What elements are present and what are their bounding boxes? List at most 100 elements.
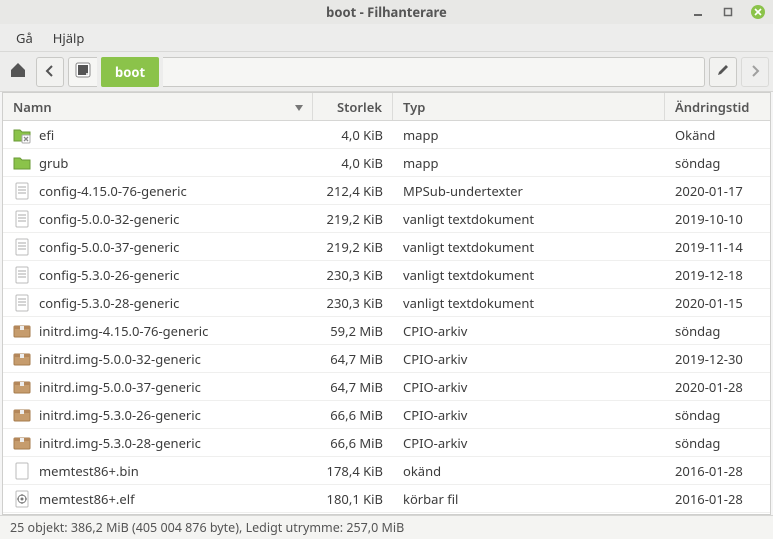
file-mtime: 2019-10-10 bbox=[665, 210, 770, 228]
file-type: vanligt textdokument bbox=[393, 238, 665, 256]
menu-go[interactable]: Gå bbox=[6, 25, 43, 51]
chevron-left-icon bbox=[45, 63, 55, 81]
file-size: 66,6 MiB bbox=[313, 406, 393, 424]
table-row[interactable]: config-4.15.0-76-generic212,4 KiBMPSub-u… bbox=[3, 177, 770, 205]
archive-icon bbox=[13, 322, 31, 340]
file-mtime: Okänd bbox=[665, 126, 770, 144]
path-bar[interactable] bbox=[163, 57, 705, 87]
file-type: vanligt textdokument bbox=[393, 294, 665, 312]
file-name: initrd.img-5.0.0-32-generic bbox=[39, 350, 201, 368]
table-row[interactable]: initrd.img-5.3.0-28-generic66,6 MiBCPIO-… bbox=[3, 429, 770, 457]
file-mtime: 2016-01-28 bbox=[665, 490, 770, 508]
archive-icon bbox=[13, 406, 31, 424]
file-name: memtest86+.bin bbox=[39, 462, 139, 480]
file-size: 59,2 MiB bbox=[313, 322, 393, 340]
column-header-name[interactable]: Namn bbox=[3, 93, 313, 120]
file-type: CPIO-arkiv bbox=[393, 406, 665, 424]
file-mtime: 2020-01-15 bbox=[665, 294, 770, 312]
table-row[interactable]: config-5.0.0-32-generic 219,2 KiBvanligt … bbox=[3, 205, 770, 233]
archive-icon bbox=[13, 378, 31, 396]
table-row[interactable]: initrd.img-4.15.0-76-generic59,2 MiBCPIO… bbox=[3, 317, 770, 345]
file-type: mapp bbox=[393, 126, 665, 144]
column-header-size-label: Storlek bbox=[337, 98, 382, 116]
column-header-mtime-label: Ändringstid bbox=[675, 98, 749, 116]
pencil-icon bbox=[716, 63, 730, 81]
edit-path-button[interactable] bbox=[709, 57, 737, 87]
close-button[interactable] bbox=[751, 5, 765, 19]
back-button[interactable] bbox=[36, 57, 64, 87]
file-type: CPIO-arkiv bbox=[393, 350, 665, 368]
archive-icon bbox=[13, 350, 31, 368]
path-crumb-boot[interactable]: boot bbox=[101, 57, 159, 87]
table-row[interactable]: memtest86+.bin 178,4 KiBokänd2016-01-28 bbox=[3, 457, 770, 485]
folder-x-icon bbox=[13, 126, 31, 144]
menubar: Gå Hjälp bbox=[0, 24, 773, 52]
file-name: initrd.img-5.0.0-37-generic bbox=[39, 378, 201, 396]
file-size: 64,7 MiB bbox=[313, 350, 393, 368]
column-header-type[interactable]: Typ bbox=[393, 93, 665, 120]
file-name: initrd.img-5.3.0-28-generic bbox=[39, 434, 201, 452]
text-icon bbox=[13, 294, 31, 312]
exec-icon bbox=[13, 490, 31, 508]
window-title: boot - Filhanterare bbox=[0, 3, 773, 21]
file-name: config-5.0.0-32-generic bbox=[39, 210, 179, 228]
column-header-name-label: Namn bbox=[13, 98, 52, 116]
text-icon bbox=[13, 266, 31, 284]
folder-icon bbox=[13, 154, 31, 172]
forward-button[interactable] bbox=[741, 57, 769, 87]
table-row[interactable]: config-5.3.0-28-generic230,3 KiBvanligt … bbox=[3, 289, 770, 317]
column-header-type-label: Typ bbox=[403, 98, 425, 116]
file-mtime: 2019-11-14 bbox=[665, 238, 770, 256]
file-mtime: 2020-01-28 bbox=[665, 378, 770, 396]
file-type: vanligt textdokument bbox=[393, 210, 665, 228]
path-root-button[interactable] bbox=[68, 57, 97, 87]
titlebar: boot - Filhanterare bbox=[0, 0, 773, 24]
text-icon bbox=[13, 182, 31, 200]
file-type: vanligt textdokument bbox=[393, 266, 665, 284]
file-size: 219,2 KiB bbox=[313, 210, 393, 228]
home-icon bbox=[9, 61, 27, 83]
file-type: CPIO-arkiv bbox=[393, 378, 665, 396]
statusbar: 25 objekt: 386,2 MiB (405 004 876 byte),… bbox=[0, 515, 773, 539]
file-size: 180,1 KiB bbox=[313, 490, 393, 508]
chevron-right-icon bbox=[750, 63, 760, 81]
file-mtime: 2020-01-17 bbox=[665, 182, 770, 200]
file-name: initrd.img-4.15.0-76-generic bbox=[39, 322, 208, 340]
table-row[interactable]: memtest86+.elf180,1 KiBkörbar fil2016-01… bbox=[3, 485, 770, 513]
file-type: körbar fil bbox=[393, 490, 665, 508]
file-size: 64,7 MiB bbox=[313, 378, 393, 396]
file-size: 178,4 KiB bbox=[313, 462, 393, 480]
text-icon bbox=[13, 210, 31, 228]
path-crumb-label: boot bbox=[115, 63, 145, 81]
file-size: 4,0 KiB bbox=[313, 126, 393, 144]
drive-icon bbox=[75, 62, 91, 82]
table-row[interactable]: initrd.img-5.0.0-37-generic 64,7 MiBCPIO-… bbox=[3, 373, 770, 401]
file-type: mapp bbox=[393, 154, 665, 172]
sort-indicator-icon bbox=[294, 98, 304, 116]
table-row[interactable]: initrd.img-5.3.0-26-generic 66,6 MiBCPIO-… bbox=[3, 401, 770, 429]
maximize-button[interactable] bbox=[721, 5, 735, 19]
menu-help[interactable]: Hjälp bbox=[43, 25, 95, 51]
file-mtime: 2016-01-28 bbox=[665, 462, 770, 480]
file-manager-window: boot - Filhanterare Gå Hjälp bbox=[0, 0, 773, 539]
column-header-size[interactable]: Storlek bbox=[313, 93, 393, 120]
file-name: config-5.0.0-37-generic bbox=[39, 238, 179, 256]
file-name: initrd.img-5.3.0-26-generic bbox=[39, 406, 201, 424]
toolbar: boot bbox=[0, 52, 773, 92]
home-button[interactable] bbox=[4, 57, 32, 87]
table-row[interactable]: initrd.img-5.0.0-32-generic 64,7 MiBCPIO-… bbox=[3, 345, 770, 373]
file-size: 230,3 KiB bbox=[313, 266, 393, 284]
table-row[interactable]: config-5.0.0-37-generic 219,2 KiBvanligt … bbox=[3, 233, 770, 261]
file-type: okänd bbox=[393, 462, 665, 480]
window-controls bbox=[691, 5, 765, 19]
file-type: MPSub-undertexter bbox=[393, 182, 665, 200]
minimize-button[interactable] bbox=[691, 5, 705, 19]
column-header-mtime[interactable]: Ändringstid bbox=[665, 93, 770, 120]
table-row[interactable]: config-5.3.0-26-generic230,3 KiBvanligt … bbox=[3, 261, 770, 289]
file-size: 219,2 KiB bbox=[313, 238, 393, 256]
unknown-icon bbox=[13, 462, 31, 480]
file-mtime: 2019-12-18 bbox=[665, 266, 770, 284]
table-row[interactable]: grub4,0 KiBmappsöndag bbox=[3, 149, 770, 177]
table-row[interactable]: efi4,0 KiBmappOkänd bbox=[3, 121, 770, 149]
archive-icon bbox=[13, 434, 31, 452]
